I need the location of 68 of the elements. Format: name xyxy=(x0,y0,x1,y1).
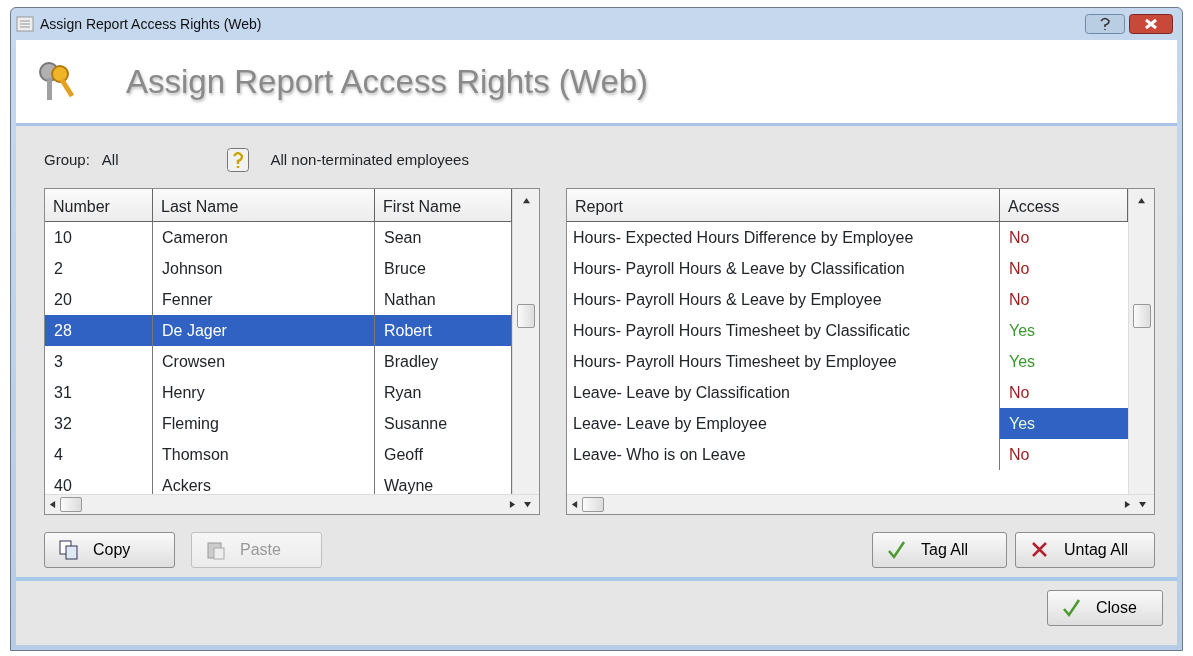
copy-icon xyxy=(59,540,79,560)
close-button[interactable]: Close xyxy=(1047,590,1163,626)
scroll-up-icon[interactable] xyxy=(522,197,530,204)
scroll-down-icon[interactable] xyxy=(524,501,531,508)
action-button[interactable]: Copy xyxy=(44,532,175,568)
table-cell: Hours- Payroll Hours Timesheet by Employee xyxy=(567,346,1000,377)
scroll-left-icon[interactable] xyxy=(571,501,578,508)
table-cell[interactable]: 3 xyxy=(45,346,153,377)
scroll-right-icon[interactable] xyxy=(509,501,516,508)
column-header[interactable]: First Name xyxy=(375,189,512,222)
table-cell[interactable]: Fleming xyxy=(153,408,375,439)
horizontal-scrollbar[interactable] xyxy=(45,494,539,514)
access-cell[interactable]: Yes xyxy=(1000,315,1128,346)
scroll-down-icon[interactable] xyxy=(1139,501,1146,508)
scrollbar-thumb[interactable] xyxy=(582,497,604,512)
action-button[interactable]: Tag All xyxy=(872,532,1007,568)
table-cell: Hours- Payroll Hours & Leave by Classification xyxy=(567,253,1000,284)
table-cell[interactable]: Crowsen xyxy=(153,346,375,377)
column-header[interactable]: Number xyxy=(45,189,153,222)
group-label: Group: xyxy=(44,149,90,170)
access-cell[interactable]: No xyxy=(1000,284,1128,315)
check-icon xyxy=(1062,598,1082,618)
group-value: All xyxy=(101,149,119,170)
table-cell: Hours- Payroll Hours & Leave by Employee xyxy=(567,284,1000,315)
scrollbar-thumb[interactable] xyxy=(517,304,535,328)
table-cell: Hours- Expected Hours Difference by Employee xyxy=(567,222,1000,253)
table-cell[interactable]: 10 xyxy=(45,222,153,253)
table-cell: Hours- Payroll Hours Timesheet by Classificatic xyxy=(567,315,1000,346)
scroll-up-icon[interactable] xyxy=(1138,197,1145,204)
access-cell[interactable]: No xyxy=(1000,253,1128,284)
table-cell[interactable]: 28 xyxy=(45,315,153,346)
vertical-scrollbar[interactable] xyxy=(1128,189,1154,494)
table-cell[interactable]: Robert xyxy=(375,315,512,346)
scroll-left-icon[interactable] xyxy=(49,501,56,508)
help-icon[interactable] xyxy=(226,148,249,172)
window-title: Assign Report Access Rights (Web) xyxy=(40,14,262,34)
access-cell[interactable]: Yes xyxy=(1000,408,1128,439)
check-icon xyxy=(887,540,907,560)
access-cell[interactable]: No xyxy=(1000,439,1128,470)
action-button[interactable]: Untag All xyxy=(1015,532,1155,568)
table-cell[interactable]: 32 xyxy=(45,408,153,439)
close-button[interactable] xyxy=(1129,14,1173,34)
header-title: Assign Report Access Rights (Web) xyxy=(126,61,649,102)
table-cell[interactable]: Cameron xyxy=(153,222,375,253)
table-cell[interactable]: Thomson xyxy=(153,439,375,470)
access-cell[interactable]: Yes xyxy=(1000,346,1128,377)
column-header[interactable]: Last Name xyxy=(153,189,375,222)
scrollbar-thumb[interactable] xyxy=(1132,304,1151,328)
access-cell[interactable]: No xyxy=(1000,377,1128,408)
scrollbar-thumb[interactable] xyxy=(60,497,82,512)
paste-icon xyxy=(206,540,226,560)
table-cell[interactable]: 2 xyxy=(45,253,153,284)
scroll-right-icon[interactable] xyxy=(1124,501,1131,508)
action-button: Paste xyxy=(191,532,322,568)
access-cell[interactable]: No xyxy=(1000,222,1128,253)
table-cell[interactable]: 31 xyxy=(45,377,153,408)
column-header[interactable]: Report xyxy=(567,189,1000,222)
vertical-scrollbar[interactable] xyxy=(512,189,539,494)
table-cell: Leave- Leave by Classification xyxy=(567,377,1000,408)
table-cell[interactable]: Johnson xyxy=(153,253,375,284)
column-header[interactable]: Access xyxy=(1000,189,1128,222)
table-cell[interactable]: De Jager xyxy=(153,315,375,346)
group-description: All non-terminated employees xyxy=(270,149,469,170)
table-cell[interactable]: 4 xyxy=(45,439,153,470)
table-cell: Leave- Who is on Leave xyxy=(567,439,1000,470)
table-cell[interactable]: Henry xyxy=(153,377,375,408)
horizontal-scrollbar[interactable] xyxy=(567,494,1154,514)
help-button[interactable] xyxy=(1085,14,1125,34)
